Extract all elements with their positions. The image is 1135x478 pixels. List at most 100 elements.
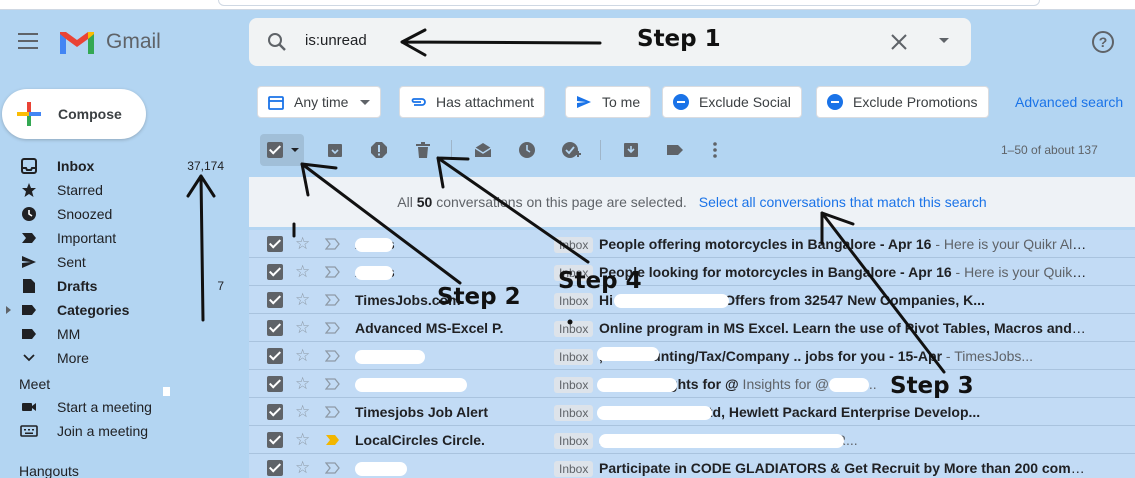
redaction-mark xyxy=(355,238,393,252)
sidebar-item-label: Sent xyxy=(57,254,86,270)
annotation-step-1: Step 1 xyxy=(637,26,721,52)
star-icon[interactable]: ☆ xyxy=(295,318,310,338)
search-icon[interactable] xyxy=(267,32,287,52)
sidebar-item-drafts[interactable]: Drafts 7 xyxy=(0,274,240,298)
filter-any-time[interactable]: Any time xyxy=(257,86,382,118)
sidebar-item-mm[interactable]: MM xyxy=(0,322,240,346)
meet-section-title: Meet xyxy=(19,376,51,392)
sidebar-item-categories[interactable]: Categories xyxy=(0,298,240,322)
sidebar-item-sent[interactable]: Sent xyxy=(0,250,240,274)
search-options-dropdown-icon[interactable] xyxy=(939,38,949,43)
advanced-search-link[interactable]: Advanced search xyxy=(1015,94,1123,110)
important-marker-icon[interactable] xyxy=(325,350,340,362)
add-to-tasks-icon[interactable] xyxy=(561,140,581,160)
redaction-mark xyxy=(597,378,677,392)
select-all-checkbox[interactable] xyxy=(260,134,304,166)
label-icon[interactable] xyxy=(665,140,685,160)
important-marker-icon[interactable] xyxy=(325,434,340,446)
clear-search-icon[interactable] xyxy=(889,32,909,52)
row-checkbox[interactable] xyxy=(267,320,283,336)
row-label-chip[interactable]: Inbox xyxy=(554,433,594,449)
filter-to-me[interactable]: To me xyxy=(565,86,652,118)
search-box[interactable] xyxy=(249,18,971,66)
calendar-icon xyxy=(266,92,286,112)
meet-join-meeting[interactable]: Join a meeting xyxy=(0,419,240,443)
sidebar-item-count: 7 xyxy=(217,279,224,293)
filter-exclude-social[interactable]: Exclude Social xyxy=(662,86,802,118)
star-icon[interactable]: ☆ xyxy=(295,290,310,310)
sidebar-item-inbox[interactable]: Inbox 37,174 xyxy=(0,154,240,178)
sidebar-item-more[interactable]: More xyxy=(0,346,240,370)
redaction-mark xyxy=(614,294,729,308)
row-label-chip[interactable]: Inbox xyxy=(554,461,594,477)
row-label-chip[interactable]: Inbox xyxy=(554,377,594,393)
row-checkbox[interactable] xyxy=(267,264,283,280)
more-options-icon[interactable] xyxy=(705,140,725,160)
delete-icon[interactable] xyxy=(413,140,433,160)
row-checkbox[interactable] xyxy=(267,404,283,420)
row-checkbox[interactable] xyxy=(267,348,283,364)
important-marker-icon[interactable] xyxy=(325,406,340,418)
row-label-chip[interactable]: Inbox xyxy=(554,321,594,337)
table-row[interactable]: ☆AlertsInboxPeople offering motorcycles … xyxy=(249,230,1135,258)
row-checkbox[interactable] xyxy=(267,460,283,476)
important-marker-icon[interactable] xyxy=(325,322,340,334)
move-to-icon[interactable] xyxy=(621,140,641,160)
sidebar-item-starred[interactable]: Starred xyxy=(0,178,240,202)
row-checkbox[interactable] xyxy=(267,376,283,392)
row-subject-line: , 3 Accounting/Tax/Company .. jobs for y… xyxy=(599,348,1089,364)
minus-circle-icon xyxy=(825,92,845,112)
table-row[interactable]: ☆AlertsInboxPeople looking for motorcycl… xyxy=(249,258,1135,286)
table-row[interactable]: ☆LocalCircles Circle.Inbox..." in [Resid… xyxy=(249,426,1135,454)
snooze-icon[interactable] xyxy=(517,140,537,160)
row-label-chip[interactable]: Inbox xyxy=(554,349,594,365)
star-icon[interactable]: ☆ xyxy=(295,430,310,450)
row-label-chip[interactable]: Inbox xyxy=(554,405,594,421)
row-label-chip[interactable]: Inbox xyxy=(554,293,594,309)
sidebar-item-snoozed[interactable]: Snoozed xyxy=(0,202,240,226)
annotation-step-2: Step 2 xyxy=(437,284,521,310)
gmail-logo[interactable]: Gmail xyxy=(58,28,161,56)
address-bar[interactable] xyxy=(218,0,1040,6)
sidebar-item-label: Inbox xyxy=(57,158,95,174)
row-checkbox[interactable] xyxy=(267,236,283,252)
star-icon[interactable]: ☆ xyxy=(295,402,310,422)
filter-has-attachment[interactable]: Has attachment xyxy=(399,86,546,118)
sidebar-item-important[interactable]: Important xyxy=(0,226,240,250)
archive-icon[interactable] xyxy=(325,140,345,160)
table-row[interactable]: ☆Inbox- Daily Insights for @ Insights fo… xyxy=(249,370,1135,398)
star-icon[interactable]: ☆ xyxy=(295,374,310,394)
row-checkbox[interactable] xyxy=(267,292,283,308)
star-icon[interactable]: ☆ xyxy=(295,346,310,366)
filter-exclude-promotions[interactable]: Exclude Promotions xyxy=(816,86,989,118)
table-row[interactable]: ☆ Inbox , 3 Accounting/Tax/Company .. jobs… xyxy=(249,342,1135,370)
checkbox-checked-icon xyxy=(267,142,283,158)
important-marker-icon[interactable] xyxy=(325,266,340,278)
compose-button[interactable]: Compose xyxy=(2,89,146,139)
table-row[interactable]: ☆ Advanced MS-Excel P. Inbox Online program… xyxy=(249,314,1135,342)
chip-label: Any time xyxy=(294,94,349,110)
caret-down-icon[interactable] xyxy=(291,148,299,152)
mark-as-read-icon[interactable] xyxy=(473,140,493,160)
table-row[interactable]: ☆ Inbox Participate in CODE GLADIATORS & G… xyxy=(249,454,1135,478)
row-label-chip[interactable]: Inbox xyxy=(554,237,594,253)
search-input[interactable] xyxy=(305,32,605,49)
compose-plus-icon xyxy=(17,102,41,126)
main-menu-icon[interactable] xyxy=(18,33,38,49)
row-checkbox[interactable] xyxy=(267,432,283,448)
important-marker-icon[interactable] xyxy=(325,378,340,390)
star-icon[interactable]: ☆ xyxy=(295,262,310,282)
table-row[interactable]: ☆ TimesJobs.com Inbox Hi , Grab Best Job Of… xyxy=(249,286,1135,314)
star-icon[interactable]: ☆ xyxy=(295,458,310,478)
select-all-matching-link[interactable]: Select all conversations that match this… xyxy=(699,194,987,210)
important-marker-icon[interactable] xyxy=(325,238,340,250)
help-icon[interactable]: ? xyxy=(1092,31,1114,53)
important-marker-icon[interactable] xyxy=(325,294,340,306)
table-row[interactable]: ☆ Timesjobs Job Alert Inbox: IBM India Pvt… xyxy=(249,398,1135,426)
expand-arrow-icon[interactable] xyxy=(6,306,11,314)
meet-start-meeting[interactable]: Start a meeting xyxy=(0,395,240,419)
report-spam-icon[interactable] xyxy=(369,140,389,160)
star-icon[interactable]: ☆ xyxy=(295,234,310,254)
important-marker-icon[interactable] xyxy=(325,462,340,474)
sidebar-item-label: Drafts xyxy=(57,278,98,294)
